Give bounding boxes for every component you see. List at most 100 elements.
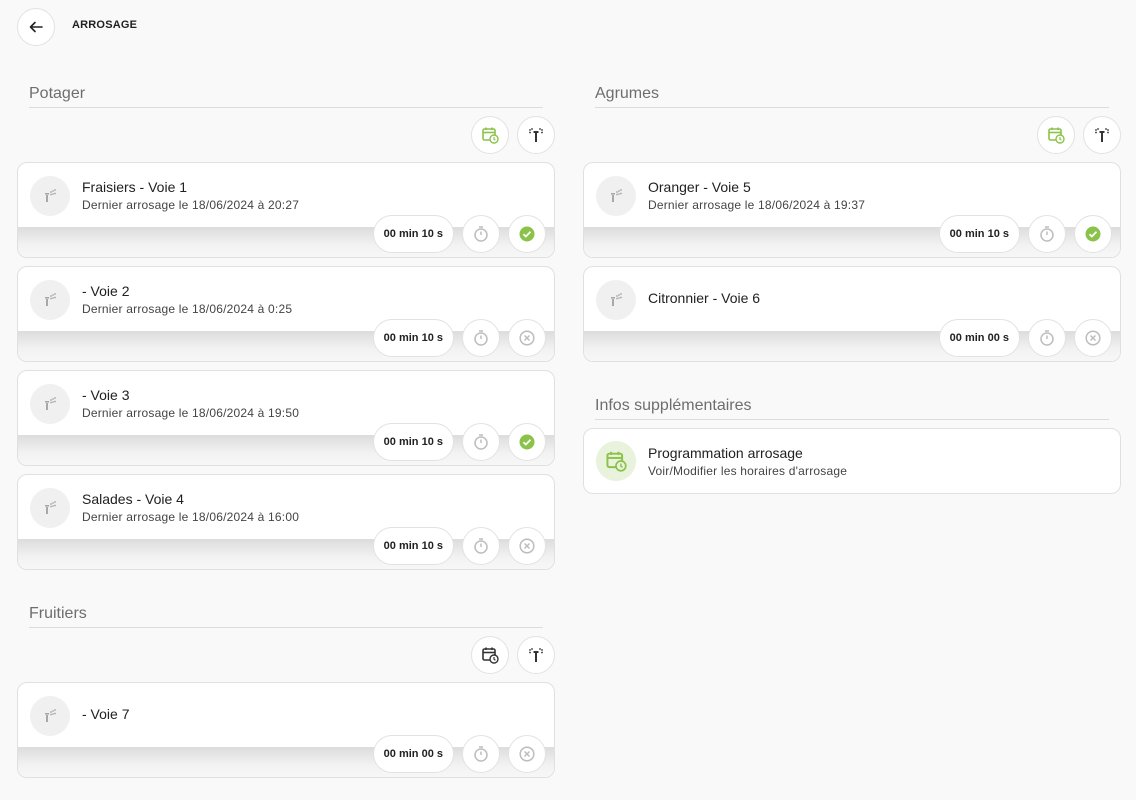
calendar-clock-icon <box>482 127 499 144</box>
zone-last-watering: Dernier arrosage le 18/06/2024 à 16:00 <box>82 510 300 524</box>
calendar-clock-icon <box>482 647 499 664</box>
zone-name: Salades - Voie 4 <box>82 491 184 507</box>
section-title-potager: Potager <box>29 85 543 108</box>
duration-button[interactable]: 00 min 10 s <box>372 423 454 461</box>
cancel-icon <box>519 746 535 762</box>
zone-name: - Voie 7 <box>82 706 130 722</box>
zone-controls: 00 min 10 s <box>372 423 546 461</box>
timer-icon <box>474 330 488 346</box>
duration-button[interactable]: 00 min 00 s <box>372 735 454 773</box>
sprinkler-button[interactable] <box>517 116 555 154</box>
status-button[interactable] <box>508 527 546 565</box>
schedule-button[interactable] <box>1037 116 1075 154</box>
zone-controls: 00 min 00 s <box>372 735 546 773</box>
sprinkler-icon <box>611 189 622 202</box>
timer-button[interactable] <box>1028 319 1066 357</box>
zone-controls: 00 min 10 s <box>372 319 546 357</box>
zone-controls: 00 min 00 s <box>938 319 1112 357</box>
timer-button[interactable] <box>462 319 500 357</box>
zone-last-watering: Dernier arrosage le 18/06/2024 à 0:25 <box>82 302 293 316</box>
zone-name: Citronnier - Voie 6 <box>648 290 761 306</box>
timer-button[interactable] <box>462 215 500 253</box>
sprinkler-avatar <box>30 280 70 320</box>
duration-button[interactable]: 00 min 10 s <box>938 215 1020 253</box>
arrow-left-icon <box>29 21 43 33</box>
zone-card[interactable]: Citronnier - Voie 6 00 min 00 s <box>583 266 1121 362</box>
zone-card[interactable]: Salades - Voie 4 Dernier arrosage le 18/0… <box>17 474 555 570</box>
status-button[interactable] <box>508 423 546 461</box>
status-button[interactable] <box>508 215 546 253</box>
sprinkler-icon <box>529 128 543 142</box>
zone-card[interactable]: Fraisiers - Voie 1 Dernier arrosage le 18… <box>17 162 555 258</box>
timer-icon <box>474 434 488 450</box>
status-button[interactable] <box>1074 215 1112 253</box>
timer-icon <box>1040 330 1054 346</box>
cancel-icon <box>519 330 535 346</box>
timer-icon <box>474 746 488 762</box>
sprinkler-avatar <box>30 696 70 736</box>
timer-button[interactable] <box>462 527 500 565</box>
sprinkler-icon <box>45 501 56 514</box>
duration-button[interactable]: 00 min 10 s <box>372 319 454 357</box>
zone-card[interactable]: - Voie 7 00 min 00 s <box>17 682 555 778</box>
timer-button[interactable] <box>462 735 500 773</box>
sprinkler-avatar <box>596 176 636 216</box>
timer-icon <box>474 226 488 242</box>
status-button[interactable] <box>508 319 546 357</box>
duration-button[interactable]: 00 min 10 s <box>372 527 454 565</box>
cancel-icon <box>519 538 535 554</box>
zone-last-watering: Dernier arrosage le 18/06/2024 à 19:50 <box>82 406 300 420</box>
sprinkler-icon <box>45 397 56 410</box>
timer-button[interactable] <box>462 423 500 461</box>
info-card-subtitle: Voir/Modifier les horaires d'arrosage <box>648 464 848 478</box>
fruitiers-actions <box>471 636 555 674</box>
timer-icon <box>1040 226 1054 242</box>
sprinkler-icon <box>45 189 56 202</box>
status-button[interactable] <box>508 735 546 773</box>
check-icon <box>519 434 535 450</box>
zone-card[interactable]: - Voie 3 Dernier arrosage le 18/06/2024 à… <box>17 370 555 466</box>
check-icon <box>1085 226 1101 242</box>
section-title-agrumes: Agrumes <box>595 85 1109 108</box>
zone-controls: 00 min 10 s <box>372 527 546 565</box>
zone-name: - Voie 2 <box>82 283 130 299</box>
schedule-info-card[interactable]: Programmation arrosage Voir/Modifier les… <box>583 428 1121 494</box>
sprinkler-avatar <box>596 280 636 320</box>
zone-controls: 00 min 10 s <box>938 215 1112 253</box>
sprinkler-icon <box>529 648 543 662</box>
calendar-clock-icon <box>606 451 627 472</box>
back-button[interactable] <box>17 8 55 46</box>
potager-actions <box>471 116 555 154</box>
sprinkler-avatar <box>30 176 70 216</box>
status-button[interactable] <box>1074 319 1112 357</box>
zone-last-watering: Dernier arrosage le 18/06/2024 à 20:27 <box>82 198 300 212</box>
timer-icon <box>474 538 488 554</box>
zone-last-watering: Dernier arrosage le 18/06/2024 à 19:37 <box>648 198 866 212</box>
sprinkler-icon <box>1095 128 1109 142</box>
zone-name: Oranger - Voie 5 <box>648 179 751 195</box>
zone-name: - Voie 3 <box>82 387 130 403</box>
calendar-clock-avatar <box>596 441 636 481</box>
sprinkler-icon <box>45 293 56 306</box>
schedule-button[interactable] <box>471 116 509 154</box>
zone-name: Fraisiers - Voie 1 <box>82 179 188 195</box>
sprinkler-avatar <box>30 488 70 528</box>
zone-card[interactable]: Oranger - Voie 5 Dernier arrosage le 18/0… <box>583 162 1121 258</box>
section-title-infos: Infos supplémentaires <box>595 397 1109 420</box>
sprinkler-button[interactable] <box>1083 116 1121 154</box>
zone-card[interactable]: - Voie 2 Dernier arrosage le 18/06/2024 à… <box>17 266 555 362</box>
agrumes-actions <box>1037 116 1121 154</box>
timer-button[interactable] <box>1028 215 1066 253</box>
duration-button[interactable]: 00 min 00 s <box>938 319 1020 357</box>
calendar-clock-icon <box>1048 127 1065 144</box>
schedule-button[interactable] <box>471 636 509 674</box>
section-title-fruitiers: Fruitiers <box>29 605 543 628</box>
sprinkler-button[interactable] <box>517 636 555 674</box>
cancel-icon <box>1085 330 1101 346</box>
check-icon <box>519 226 535 242</box>
sprinkler-avatar <box>30 384 70 424</box>
duration-button[interactable]: 00 min 10 s <box>372 215 454 253</box>
zone-controls: 00 min 10 s <box>372 215 546 253</box>
info-card-title: Programmation arrosage <box>648 445 803 461</box>
sprinkler-icon <box>45 709 56 722</box>
